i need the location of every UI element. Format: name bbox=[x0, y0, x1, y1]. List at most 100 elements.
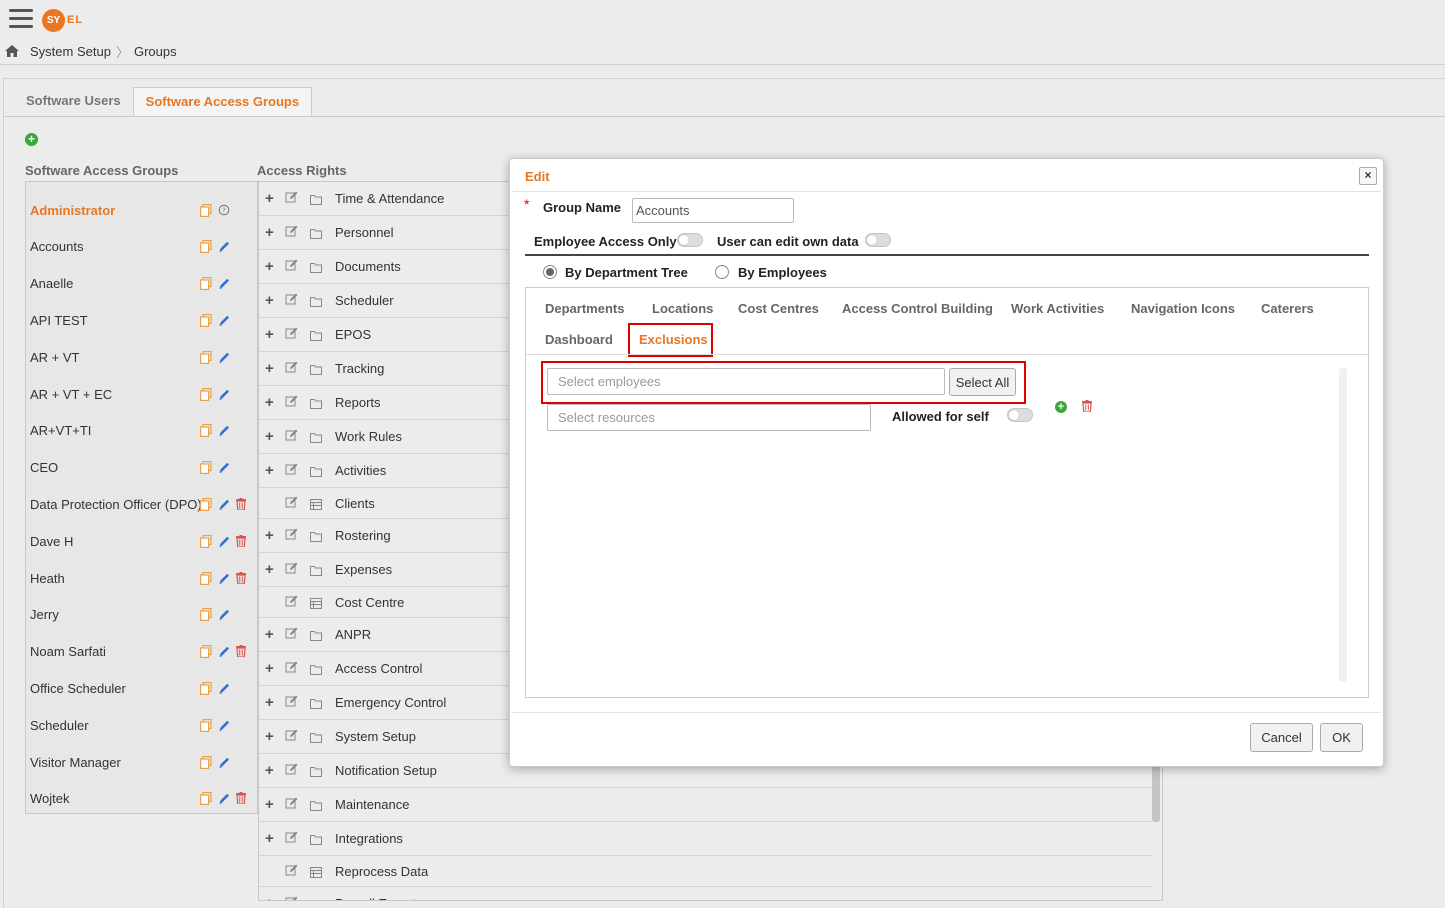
copy-icon[interactable] bbox=[200, 755, 212, 769]
expand-icon[interactable]: + bbox=[265, 527, 274, 544]
access-right-row[interactable]: + Integrations bbox=[259, 822, 1152, 856]
edit-rights-icon[interactable] bbox=[285, 830, 299, 844]
delete-icon[interactable] bbox=[236, 792, 248, 805]
edit-icon[interactable] bbox=[218, 388, 230, 401]
copy-icon[interactable] bbox=[200, 792, 212, 806]
group-item[interactable]: API TEST bbox=[26, 302, 257, 338]
group-item[interactable]: Dave H bbox=[26, 523, 257, 559]
edit-icon[interactable] bbox=[218, 351, 230, 364]
edit-icon[interactable] bbox=[218, 314, 230, 327]
delete-icon[interactable] bbox=[236, 534, 248, 548]
group-item[interactable]: Heath bbox=[26, 560, 257, 596]
help-icon[interactable]: ? bbox=[218, 204, 230, 217]
expand-icon[interactable]: + bbox=[265, 762, 274, 779]
edit-rights-icon[interactable] bbox=[285, 224, 299, 238]
copy-icon[interactable] bbox=[200, 240, 212, 254]
hamburger-menu-icon[interactable] bbox=[9, 9, 33, 31]
tab-software-access-groups[interactable]: Software Access Groups bbox=[132, 87, 313, 117]
group-item[interactable]: Administrator? bbox=[26, 192, 257, 228]
delete-exclusion-icon[interactable] bbox=[1082, 400, 1092, 412]
cancel-button[interactable]: Cancel bbox=[1250, 723, 1313, 752]
close-icon[interactable]: × bbox=[1359, 167, 1377, 185]
edit-rights-icon[interactable] bbox=[285, 561, 299, 575]
select-all-button[interactable]: Select All bbox=[949, 368, 1016, 396]
copy-icon[interactable] bbox=[200, 387, 212, 401]
edit-icon[interactable] bbox=[218, 461, 230, 474]
group-item[interactable]: CEO bbox=[26, 450, 257, 486]
expand-icon[interactable]: + bbox=[265, 830, 274, 847]
edit-icon[interactable] bbox=[218, 424, 230, 437]
edit-rights-icon[interactable] bbox=[285, 626, 299, 640]
edit-rights-icon[interactable] bbox=[285, 660, 299, 674]
add-exclusion-icon[interactable]: + bbox=[1055, 401, 1067, 413]
edit-rights-icon[interactable] bbox=[285, 527, 299, 541]
edit-icon[interactable] bbox=[218, 572, 230, 585]
copy-icon[interactable] bbox=[200, 534, 212, 548]
edit-rights-icon[interactable] bbox=[285, 258, 299, 272]
expand-icon[interactable]: + bbox=[265, 462, 274, 479]
tab-dashboard[interactable]: Dashboard bbox=[545, 332, 613, 347]
employee-access-only-toggle[interactable] bbox=[677, 233, 703, 247]
ok-button[interactable]: OK bbox=[1320, 723, 1363, 752]
group-item[interactable]: Accounts bbox=[26, 229, 257, 265]
copy-icon[interactable] bbox=[200, 350, 212, 364]
edit-rights-icon[interactable] bbox=[285, 190, 299, 204]
group-item[interactable]: AR + VT bbox=[26, 339, 257, 375]
expand-icon[interactable]: + bbox=[265, 728, 274, 745]
allowed-for-self-toggle[interactable] bbox=[1007, 408, 1033, 422]
tab-caterers[interactable]: Caterers bbox=[1261, 301, 1314, 316]
expand-icon[interactable]: + bbox=[265, 428, 274, 445]
tab-departments[interactable]: Departments bbox=[545, 301, 624, 316]
expand-icon[interactable]: + bbox=[265, 326, 274, 343]
group-item[interactable]: Visitor Manager bbox=[26, 744, 257, 780]
delete-icon[interactable] bbox=[236, 571, 248, 585]
tab-navigation-icons[interactable]: Navigation Icons bbox=[1131, 301, 1235, 316]
tab-work-activities[interactable]: Work Activities bbox=[1011, 301, 1104, 316]
expand-icon[interactable]: + bbox=[265, 292, 274, 309]
access-right-row[interactable]: Reprocess Data bbox=[259, 856, 1152, 887]
add-group-icon[interactable]: + bbox=[25, 133, 38, 146]
expand-icon[interactable]: + bbox=[265, 224, 274, 241]
copy-icon[interactable] bbox=[200, 681, 212, 695]
group-item[interactable]: Scheduler bbox=[26, 707, 257, 743]
edit-icon[interactable] bbox=[218, 792, 230, 805]
expand-icon[interactable]: + bbox=[265, 561, 274, 578]
copy-icon[interactable] bbox=[200, 460, 212, 475]
expand-icon[interactable]: + bbox=[265, 694, 274, 711]
edit-rights-icon[interactable] bbox=[285, 292, 299, 306]
edit-rights-icon[interactable] bbox=[285, 360, 299, 374]
edit-icon[interactable] bbox=[218, 608, 230, 621]
copy-icon[interactable] bbox=[200, 571, 212, 585]
edit-icon[interactable] bbox=[218, 240, 230, 253]
group-item[interactable]: Anaelle bbox=[26, 266, 257, 302]
app-logo[interactable]: SY EL bbox=[42, 8, 83, 32]
edit-icon[interactable] bbox=[218, 756, 230, 769]
tab-access-control-building[interactable]: Access Control Building bbox=[842, 301, 993, 316]
expand-icon[interactable]: + bbox=[265, 895, 274, 900]
expand-icon[interactable]: + bbox=[265, 660, 274, 677]
edit-rights-icon[interactable] bbox=[285, 495, 299, 509]
user-can-edit-toggle[interactable] bbox=[865, 233, 891, 247]
edit-rights-icon[interactable] bbox=[285, 428, 299, 442]
group-item[interactable]: Jerry bbox=[26, 597, 257, 633]
expand-icon[interactable]: + bbox=[265, 626, 274, 643]
copy-icon[interactable] bbox=[200, 424, 212, 438]
edit-icon[interactable] bbox=[218, 535, 230, 548]
radio-by-employees[interactable] bbox=[715, 265, 729, 279]
edit-rights-icon[interactable] bbox=[285, 462, 299, 476]
tab-locations[interactable]: Locations bbox=[652, 301, 713, 316]
delete-icon[interactable] bbox=[236, 645, 248, 658]
group-item[interactable]: AR+VT+TI bbox=[26, 413, 257, 449]
home-icon[interactable] bbox=[4, 44, 20, 58]
group-item[interactable]: AR + VT + EC bbox=[26, 376, 257, 412]
by-employees-label[interactable]: By Employees bbox=[738, 265, 827, 280]
edit-rights-icon[interactable] bbox=[285, 796, 299, 810]
by-department-tree-label[interactable]: By Department Tree bbox=[565, 265, 688, 280]
access-right-row[interactable]: + Maintenance bbox=[259, 788, 1152, 822]
expand-icon[interactable]: + bbox=[265, 796, 274, 813]
radio-by-department-tree[interactable] bbox=[543, 265, 557, 279]
select-employees-input[interactable] bbox=[547, 368, 945, 395]
edit-rights-icon[interactable] bbox=[285, 594, 299, 608]
tab-software-users[interactable]: Software Users bbox=[14, 87, 133, 117]
exclusions-scrollbar[interactable] bbox=[1339, 368, 1347, 682]
